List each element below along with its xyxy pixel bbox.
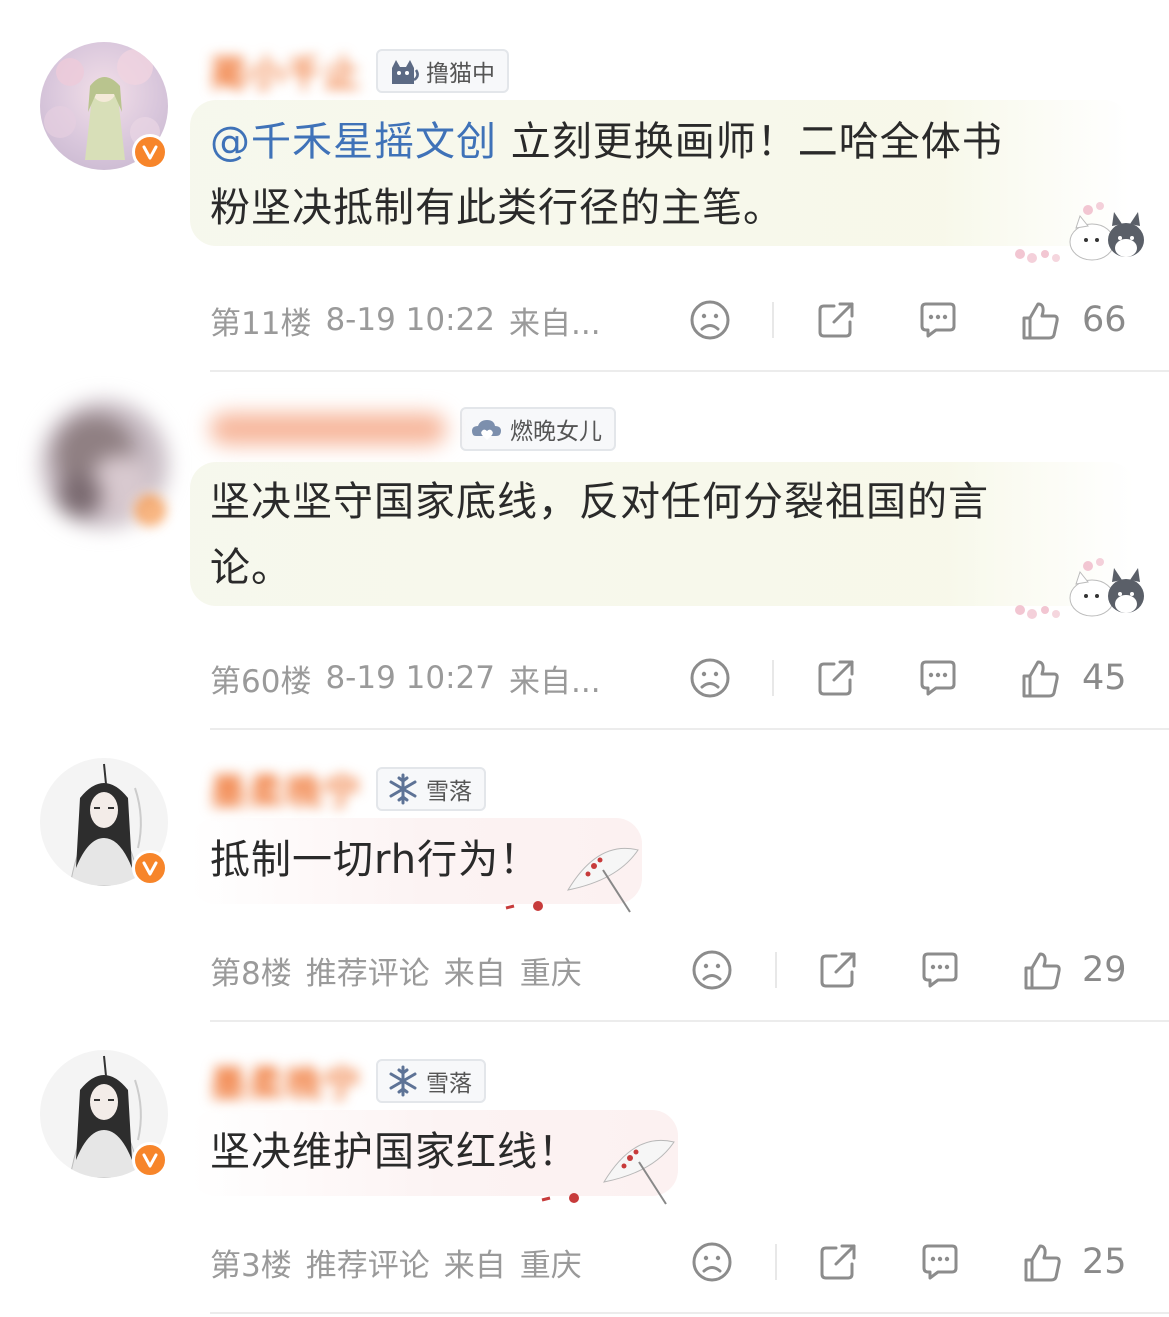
like-count: 66 [1082,300,1127,340]
husky-sticker-icon [1000,196,1150,268]
husky-sticker-icon [1000,552,1150,624]
fan-badge[interactable]: 雪落 [376,767,487,811]
like-thumb-icon[interactable] [1020,1240,1064,1284]
avatar[interactable] [40,758,168,886]
like-thumb-icon[interactable] [1018,298,1062,342]
comment-location: 重庆 [519,955,582,992]
username[interactable]: 墨柔晚宁 [210,763,362,815]
action-divider [775,952,777,988]
umbrella-sticker-icon [498,830,648,922]
snowflake-icon [389,773,417,805]
comment-time: 8-19 10:22 [325,302,495,338]
like-count: 25 [1082,1242,1127,1282]
badge-label: 雪落 [426,1071,473,1097]
verified-badge-icon [132,850,168,886]
dislike-face-icon[interactable] [690,948,734,992]
umbrella-sticker-icon [534,1122,684,1214]
comment-source: 来自... [509,305,601,342]
avatar[interactable] [40,400,168,528]
verified-badge-icon [132,492,168,528]
floor-number: 第8楼 [210,955,292,992]
fan-badge[interactable]: 雪落 [376,1059,487,1103]
reply-comment-icon[interactable] [918,948,962,992]
verified-badge-icon [132,134,168,170]
share-icon[interactable] [816,1240,860,1284]
fan-badge[interactable]: 撸猫中 [376,49,510,93]
cat-icon [392,60,419,84]
recommended-tag: 推荐评论 [305,1247,430,1284]
comment-source: 来自 [443,1247,506,1284]
username[interactable]: 蔺小千止 [210,45,362,97]
like-thumb-icon[interactable] [1018,656,1062,700]
comment-source: 来自... [509,663,601,700]
floor-number: 第60楼 [210,663,312,700]
comment-text-line1: 坚决坚守国家底线，反对任何分裂祖国的言 [210,479,989,525]
comment-time: 8-19 10:27 [325,660,495,696]
share-icon[interactable] [816,948,860,992]
action-divider [772,302,774,338]
like-thumb-icon[interactable] [1020,948,1064,992]
floor-number: 第3楼 [210,1247,292,1284]
comment-text-line2: 粉坚决抵制有此类行径的主笔。 [210,185,784,231]
action-divider [772,660,774,696]
username[interactable]: 墨柔晚宁 [210,1055,362,1107]
comment-item: 燃晚女儿 坚决坚守国家底线，反对任何分裂祖国的言 论。 第60楼 8-19 10… [0,372,1169,730]
comment-source: 来自 [443,955,506,992]
comment-text-line1: 立刻更换画师！二哈全体书 [510,119,1003,165]
verified-badge-icon [132,1142,168,1178]
comment-meta: 第11楼 8-19 10:22 来自... [210,296,615,344]
dislike-face-icon[interactable] [688,656,732,700]
badge-label: 雪落 [426,779,473,805]
cloud-heart-icon [472,420,501,440]
snowflake-icon [389,1065,417,1097]
username[interactable] [210,413,446,445]
fan-badge[interactable]: 燃晚女儿 [460,407,616,451]
mention-link[interactable]: @千禾星摇文创 [210,119,497,165]
comment-divider [210,1312,1169,1314]
action-divider [775,1244,777,1280]
share-icon[interactable] [814,298,858,342]
share-icon[interactable] [814,656,858,700]
badge-label: 燃晚女儿 [510,419,602,445]
comment-item: 墨柔晚宁 雪落 抵制一切rh行为！ 第8楼 推荐评论 来自 重庆 29 [0,730,1169,1022]
avatar[interactable] [40,1050,168,1178]
comment-location: 重庆 [519,1247,582,1284]
like-count: 45 [1082,658,1127,698]
comment-meta: 第60楼 8-19 10:27 来自... [210,654,615,702]
comment-text-line2: 论。 [210,545,292,591]
comment-text-line1: 抵制一切rh行为！ [210,837,541,883]
comment-text-line1: 坚决维护国家红线！ [210,1129,579,1175]
comment-item: 墨柔晚宁 雪落 坚决维护国家红线！ 第3楼 推荐评论 来自 重庆 25 [0,1022,1169,1317]
dislike-face-icon[interactable] [688,298,732,342]
reply-comment-icon[interactable] [918,1240,962,1284]
avatar[interactable] [40,42,168,170]
comment-meta: 第3楼 推荐评论 来自 重庆 [210,1238,596,1286]
comment-meta: 第8楼 推荐评论 来自 重庆 [210,946,596,994]
comment-item: 蔺小千止 撸猫中 @千禾星摇文创 立刻更换画师！二哈全体书 粉坚决抵制有此类行径… [0,0,1169,372]
dislike-face-icon[interactable] [690,1240,734,1284]
like-count: 29 [1082,950,1127,990]
badge-label: 撸猫中 [426,61,496,87]
reply-comment-icon[interactable] [916,656,960,700]
floor-number: 第11楼 [210,305,312,342]
recommended-tag: 推荐评论 [305,955,430,992]
reply-comment-icon[interactable] [916,298,960,342]
